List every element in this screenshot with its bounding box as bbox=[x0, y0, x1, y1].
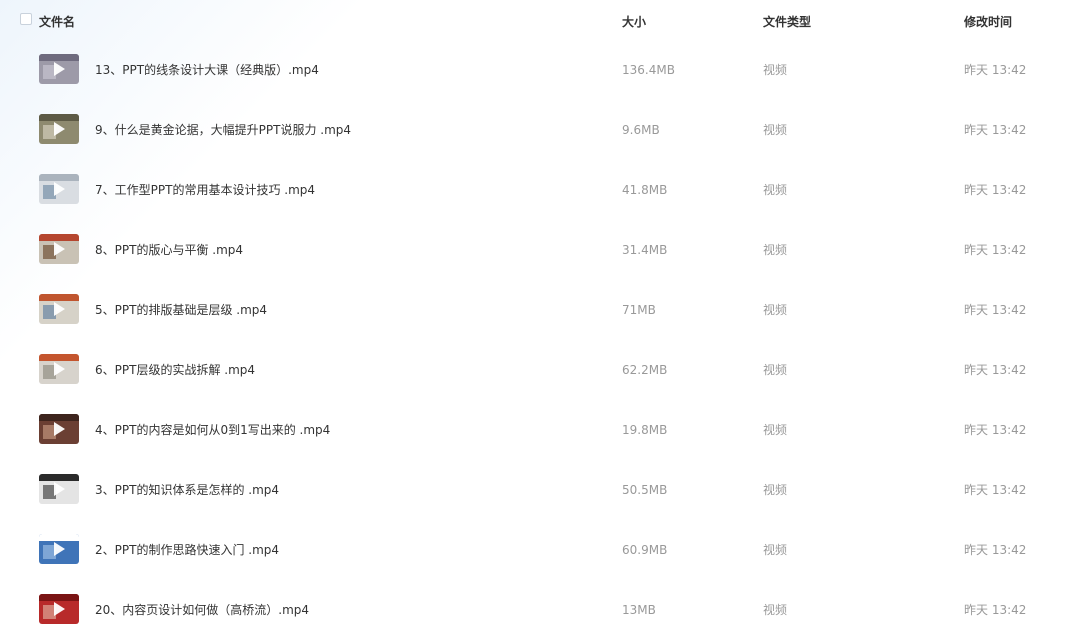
file-list-header: 文件名 大小 文件类型 修改时间 bbox=[0, 0, 1074, 42]
file-modified-time: 昨天 13:42 bbox=[964, 483, 1027, 497]
video-thumbnail[interactable] bbox=[39, 534, 79, 564]
file-name[interactable]: 6、PPT层级的实战拆解 .mp4 bbox=[95, 362, 255, 378]
video-thumbnail[interactable] bbox=[39, 54, 79, 84]
file-name[interactable]: 2、PPT的制作思路快速入门 .mp4 bbox=[95, 542, 279, 558]
thumbnail-band bbox=[39, 474, 79, 481]
file-name[interactable]: 3、PPT的知识体系是怎样的 .mp4 bbox=[95, 482, 279, 498]
video-thumbnail[interactable] bbox=[39, 354, 79, 384]
thumbnail-band bbox=[39, 114, 79, 121]
file-size: 13MB bbox=[622, 603, 656, 617]
file-name[interactable]: 4、PPT的内容是如何从0到1写出来的 .mp4 bbox=[95, 422, 330, 438]
column-header-modified[interactable]: 修改时间 bbox=[964, 13, 1012, 30]
file-size: 50.5MB bbox=[622, 483, 668, 497]
file-modified-time: 昨天 13:42 bbox=[964, 303, 1027, 317]
file-size: 60.9MB bbox=[622, 543, 668, 557]
file-name[interactable]: 8、PPT的版心与平衡 .mp4 bbox=[95, 242, 243, 258]
file-type: 视频 bbox=[763, 303, 788, 317]
file-type: 视频 bbox=[763, 423, 788, 437]
play-icon bbox=[54, 62, 65, 76]
file-type: 视频 bbox=[763, 363, 788, 377]
file-type: 视频 bbox=[763, 543, 788, 557]
file-row[interactable]: 8、PPT的版心与平衡 .mp4 31.4MB 视频 昨天 13:42 bbox=[0, 220, 1074, 280]
file-row[interactable]: 2、PPT的制作思路快速入门 .mp4 60.9MB 视频 昨天 13:42 bbox=[0, 520, 1074, 580]
file-modified-time: 昨天 13:42 bbox=[964, 243, 1027, 257]
file-name[interactable]: 9、什么是黄金论据，大幅提升PPT说服力 .mp4 bbox=[95, 122, 351, 138]
play-icon bbox=[54, 602, 65, 616]
file-rows: 13、PPT的线条设计大课（经典版）.mp4 136.4MB 视频 昨天 13:42 9… bbox=[0, 40, 1074, 640]
thumbnail-band bbox=[39, 294, 79, 301]
file-modified-time: 昨天 13:42 bbox=[964, 603, 1027, 617]
file-row[interactable]: 5、PPT的排版基础是层级 .mp4 71MB 视频 昨天 13:42 bbox=[0, 280, 1074, 340]
file-size: 19.8MB bbox=[622, 423, 668, 437]
play-icon bbox=[54, 302, 65, 316]
file-row[interactable]: 4、PPT的内容是如何从0到1写出来的 .mp4 19.8MB 视频 昨天 13:42 bbox=[0, 400, 1074, 460]
file-name[interactable]: 20、内容页设计如何做（高桥流）.mp4 bbox=[95, 602, 309, 618]
video-thumbnail[interactable] bbox=[39, 234, 79, 264]
play-icon bbox=[54, 122, 65, 136]
file-size: 62.2MB bbox=[622, 363, 668, 377]
video-thumbnail[interactable] bbox=[39, 594, 79, 624]
file-modified-time: 昨天 13:42 bbox=[964, 123, 1027, 137]
thumbnail-band bbox=[39, 354, 79, 361]
thumbnail-band bbox=[39, 534, 79, 541]
play-icon bbox=[54, 362, 65, 376]
video-thumbnail[interactable] bbox=[39, 414, 79, 444]
file-size: 9.6MB bbox=[622, 123, 660, 137]
play-icon bbox=[54, 482, 65, 496]
video-thumbnail[interactable] bbox=[39, 114, 79, 144]
file-modified-time: 昨天 13:42 bbox=[964, 183, 1027, 197]
thumbnail-band bbox=[39, 174, 79, 181]
file-type: 视频 bbox=[763, 183, 788, 197]
file-list: 文件名 大小 文件类型 修改时间 13、PPT的线条设计大课（经典版）.mp4 1… bbox=[0, 0, 1074, 644]
file-row[interactable]: 6、PPT层级的实战拆解 .mp4 62.2MB 视频 昨天 13:42 bbox=[0, 340, 1074, 400]
select-all-checkbox[interactable] bbox=[20, 13, 32, 25]
video-thumbnail[interactable] bbox=[39, 474, 79, 504]
thumbnail-band bbox=[39, 594, 79, 601]
thumbnail-band bbox=[39, 414, 79, 421]
video-thumbnail[interactable] bbox=[39, 174, 79, 204]
column-header-type[interactable]: 文件类型 bbox=[763, 13, 811, 30]
file-row[interactable]: 7、工作型PPT的常用基本设计技巧 .mp4 41.8MB 视频 昨天 13:42 bbox=[0, 160, 1074, 220]
column-header-size[interactable]: 大小 bbox=[622, 13, 646, 30]
play-icon bbox=[54, 542, 65, 556]
file-size: 71MB bbox=[622, 303, 656, 317]
video-thumbnail[interactable] bbox=[39, 294, 79, 324]
file-modified-time: 昨天 13:42 bbox=[964, 63, 1027, 77]
file-name[interactable]: 13、PPT的线条设计大课（经典版）.mp4 bbox=[95, 62, 319, 78]
thumbnail-band bbox=[39, 54, 79, 61]
file-row[interactable]: 20、内容页设计如何做（高桥流）.mp4 13MB 视频 昨天 13:42 bbox=[0, 580, 1074, 640]
column-header-name[interactable]: 文件名 bbox=[39, 13, 75, 30]
file-modified-time: 昨天 13:42 bbox=[964, 543, 1027, 557]
file-size: 41.8MB bbox=[622, 183, 668, 197]
file-name[interactable]: 7、工作型PPT的常用基本设计技巧 .mp4 bbox=[95, 182, 315, 198]
file-row[interactable]: 9、什么是黄金论据，大幅提升PPT说服力 .mp4 9.6MB 视频 昨天 13:42 bbox=[0, 100, 1074, 160]
file-row[interactable]: 3、PPT的知识体系是怎样的 .mp4 50.5MB 视频 昨天 13:42 bbox=[0, 460, 1074, 520]
play-icon bbox=[54, 182, 65, 196]
thumbnail-band bbox=[39, 234, 79, 241]
file-modified-time: 昨天 13:42 bbox=[964, 363, 1027, 377]
file-name[interactable]: 5、PPT的排版基础是层级 .mp4 bbox=[95, 302, 267, 318]
file-type: 视频 bbox=[763, 63, 788, 77]
file-type: 视频 bbox=[763, 123, 788, 137]
file-type: 视频 bbox=[763, 603, 788, 617]
file-type: 视频 bbox=[763, 243, 788, 257]
file-size: 136.4MB bbox=[622, 63, 675, 77]
play-icon bbox=[54, 422, 65, 436]
file-size: 31.4MB bbox=[622, 243, 668, 257]
file-modified-time: 昨天 13:42 bbox=[964, 423, 1027, 437]
play-icon bbox=[54, 242, 65, 256]
file-type: 视频 bbox=[763, 483, 788, 497]
file-row[interactable]: 13、PPT的线条设计大课（经典版）.mp4 136.4MB 视频 昨天 13:42 bbox=[0, 40, 1074, 100]
